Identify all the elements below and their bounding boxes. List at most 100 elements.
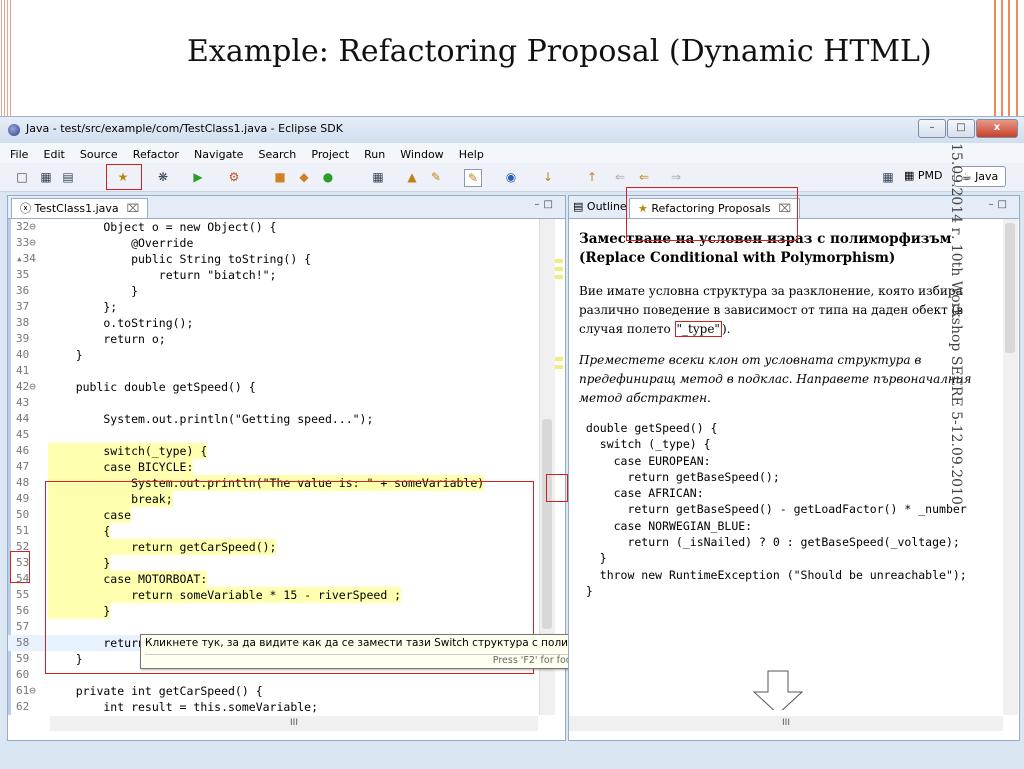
line-number: 36 (16, 284, 30, 297)
minimize-button[interactable]: – (918, 119, 946, 138)
tab-outline[interactable]: ▤ Outline (573, 200, 627, 213)
line-number: 38 (16, 316, 30, 329)
menu-window[interactable]: Window (400, 148, 443, 161)
new-package-icon[interactable]: ■ (272, 169, 288, 185)
menu-file[interactable]: File (10, 148, 28, 161)
code-line[interactable]: 47 case BICYCLE: (8, 459, 538, 475)
mark-occurrences-icon[interactable]: ✎ (464, 169, 482, 187)
last-edit-icon[interactable]: ⇐ (612, 169, 628, 185)
tab-testclass1[interactable]: ⓧ TestClass1.java ⌧ (11, 198, 149, 218)
line-number: 41 (16, 364, 30, 377)
open-perspective-icon[interactable]: ▦ (880, 169, 896, 185)
code-line[interactable]: 41 (8, 363, 538, 379)
pencil-icon[interactable]: ✎ (428, 169, 444, 185)
code-line[interactable]: 62 int result = this.someVariable; (8, 699, 538, 715)
line-number: 55 (16, 588, 30, 601)
globe-icon[interactable]: ◉ (503, 169, 519, 185)
line-text: } (48, 284, 139, 298)
line-number: 46 (16, 444, 30, 457)
slide-side-note: 15.09.2014 г. 10th Workshop SEERE 5-12.0… (948, 143, 964, 505)
new-class-icon[interactable]: ◆ (296, 169, 312, 185)
line-text: public double getSpeed() { (48, 380, 256, 394)
editor-minmax-icon[interactable]: –□ (535, 199, 557, 210)
menu-run[interactable]: Run (364, 148, 385, 161)
line-number: 50 (16, 508, 30, 521)
external-tools-icon[interactable]: ⚙ (226, 169, 242, 185)
overview-marker-highlight (546, 474, 568, 502)
close-tab-icon[interactable]: ⌧ (127, 202, 140, 215)
view-vertical-scrollbar[interactable] (1003, 219, 1018, 715)
code-line[interactable]: 35 return "biatch!"; (8, 267, 538, 283)
java-file-icon: ⓧ (20, 202, 31, 215)
line-number: 59 (16, 652, 30, 665)
print-icon[interactable]: ▤ (60, 169, 76, 185)
line-number: 61⊖ (16, 684, 36, 697)
line-number: 56 (16, 604, 30, 617)
scroll-thumb[interactable] (1005, 223, 1015, 353)
menu-refactor[interactable]: Refactor (133, 148, 179, 161)
refactoring-tooltip[interactable]: Кликнете тук, за да видите как да се зам… (140, 634, 629, 669)
line-number: 35 (16, 268, 30, 281)
menu-search[interactable]: Search (258, 148, 296, 161)
code-line[interactable]: 38 o.toString(); (8, 315, 538, 331)
line-text: System.out.println("Getting speed..."); (48, 412, 374, 426)
menu-edit[interactable]: Edit (44, 148, 65, 161)
slide-title: Example: Refactoring Proposal (Dynamic H… (187, 34, 932, 69)
code-line[interactable]: ▴34 public String toString() { (8, 251, 538, 267)
line-text: return o; (48, 332, 166, 346)
code-line[interactable]: 39 return o; (8, 331, 538, 347)
forward-icon[interactable]: ⇒ (668, 169, 684, 185)
refactoring-proposals-icon[interactable]: ★ (115, 169, 131, 185)
menu-navigate[interactable]: Navigate (194, 148, 243, 161)
back-icon[interactable]: ⇐ (636, 169, 652, 185)
code-line[interactable]: 42⊖ public double getSpeed() { (8, 379, 538, 395)
code-line[interactable]: 61⊖ private int getCarSpeed() { (8, 683, 538, 699)
maximize-button[interactable]: □ (947, 119, 975, 138)
next-annotation-icon[interactable]: ↓ (540, 169, 556, 185)
close-button[interactable]: x (976, 119, 1018, 138)
code-line[interactable]: 45 (8, 427, 538, 443)
debug-icon[interactable]: ❋ (155, 169, 171, 185)
new-file-icon[interactable]: □ (14, 169, 30, 185)
scroll-thumb[interactable] (542, 419, 552, 629)
eclipse-window: Java - test/src/example/com/TestClass1.j… (0, 116, 1024, 769)
line-number: 62 (16, 700, 30, 713)
editor-horizontal-scrollbar[interactable]: III (50, 716, 538, 731)
line-text: return "biatch!"; (48, 268, 277, 282)
line-text: int result = this.someVariable; (48, 700, 319, 714)
proposal-action: Преместете всеки клон от условната струк… (579, 353, 972, 405)
code-line[interactable]: 33⊖ @Override (8, 235, 538, 251)
run-icon[interactable]: ▶ (190, 169, 206, 185)
outline-icon: ▤ (573, 200, 584, 213)
menu-project[interactable]: Project (311, 148, 349, 161)
code-line[interactable]: 46 switch(_type) { (8, 443, 538, 459)
menu-source[interactable]: Source (80, 148, 118, 161)
proposal-marker-highlight (10, 551, 30, 583)
new-interface-icon[interactable]: ● (320, 169, 336, 185)
line-number: 49 (16, 492, 30, 505)
main-toolbar: □ ▦ ▤ ★ ❋ ▶ ⚙ ■ ◆ ● ▦ ▲ ✎ ✎ ◉ ↓ ↑ ⇐ ⇐ ⇒ … (0, 163, 1024, 192)
line-text: o.toString(); (48, 316, 194, 330)
window-titlebar: Java - test/src/example/com/TestClass1.j… (0, 117, 1024, 143)
tab-outline-label: Outline (586, 200, 627, 213)
line-number: 39 (16, 332, 30, 345)
code-line[interactable]: 44 System.out.println("Getting speed..."… (8, 411, 538, 427)
open-type-icon[interactable]: ▦ (370, 169, 386, 185)
description-end: ). (721, 322, 731, 336)
menu-help[interactable]: Help (459, 148, 484, 161)
line-number: 42⊖ (16, 380, 36, 393)
previous-annotation-icon[interactable]: ↑ (584, 169, 600, 185)
save-icon[interactable]: ▦ (38, 169, 54, 185)
view-minmax-icon[interactable]: –□ (989, 199, 1011, 210)
code-line[interactable]: 36 } (8, 283, 538, 299)
open-folder-icon[interactable]: ▲ (404, 169, 420, 185)
line-text: switch(_type) { (48, 443, 208, 459)
code-line[interactable]: 43 (8, 395, 538, 411)
view-horizontal-scrollbar[interactable]: III (569, 716, 1003, 731)
code-line[interactable]: 32⊖ Object o = new Object() { (8, 219, 538, 235)
perspective-pmd[interactable]: ▦ PMD (904, 167, 943, 185)
code-line[interactable]: 40 } (8, 347, 538, 363)
line-number: 43 (16, 396, 30, 409)
code-line[interactable]: 37 }; (8, 299, 538, 315)
line-number: 40 (16, 348, 30, 361)
